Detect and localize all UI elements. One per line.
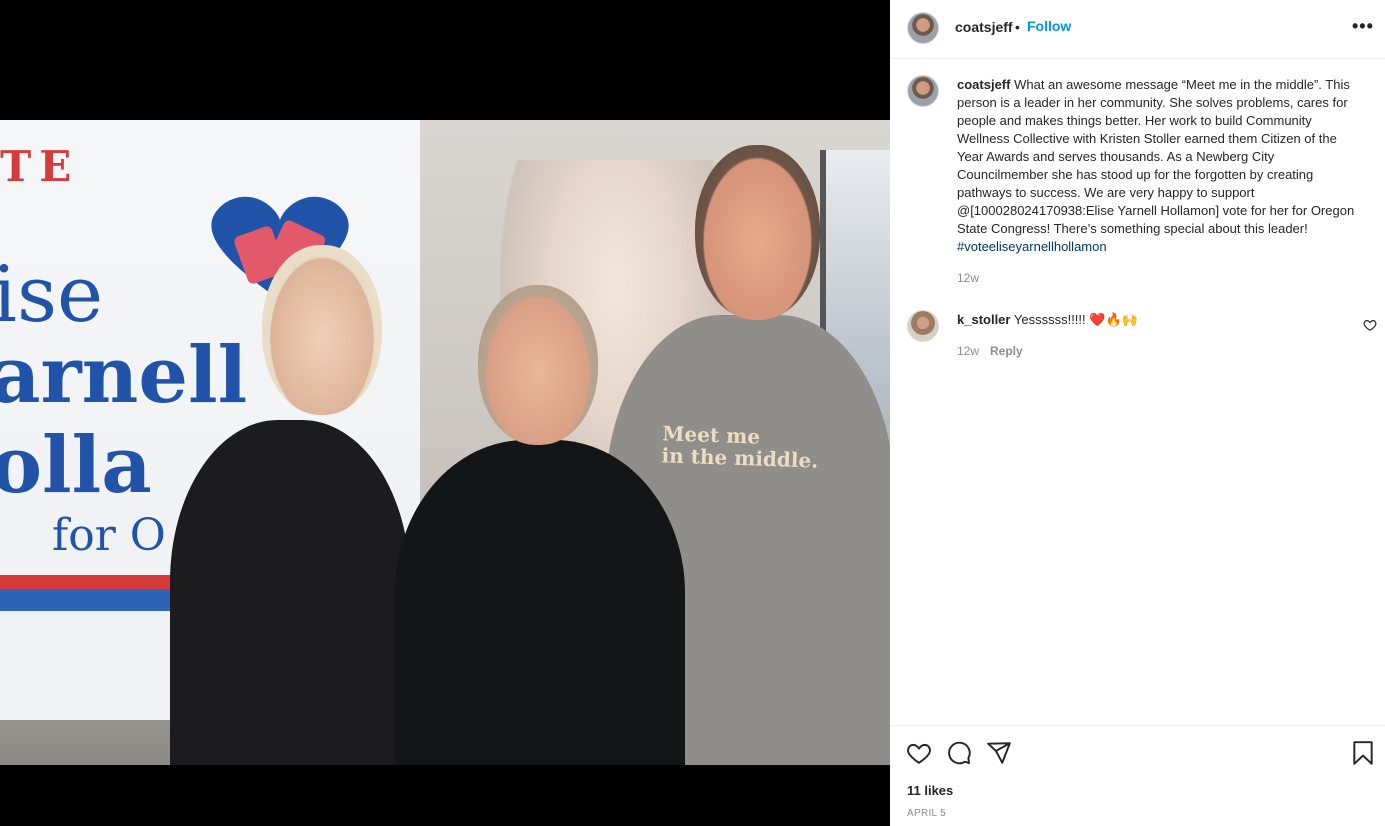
separator-dot: • (1015, 19, 1020, 35)
commenter-username[interactable]: k_stoller (957, 312, 1010, 327)
banner-text-middle-name: arnell (0, 330, 248, 421)
shirt-print: Meet me in the middle. (661, 421, 819, 473)
share-icon[interactable] (986, 740, 1012, 766)
author-username[interactable]: coatsjeff (955, 19, 1013, 35)
caption-hashtag[interactable]: #voteeliseyarnellhollamon (957, 239, 1107, 254)
comments-section[interactable]: coatsjeff What an awesome message “Meet … (890, 60, 1385, 725)
caption-username[interactable]: coatsjeff (957, 77, 1010, 92)
heart-icon[interactable] (906, 740, 932, 766)
shirt-print-line2: in the middle. (661, 443, 819, 473)
banner-text-vote: TE (0, 142, 80, 191)
follow-button[interactable]: Follow (1027, 18, 1071, 34)
caption-avatar[interactable] (907, 75, 939, 107)
person-left-body (170, 420, 410, 765)
banner-text-office: for O (52, 510, 166, 561)
banner-text-first-name: ise (0, 250, 104, 340)
person-center-body (395, 440, 685, 765)
post-actions: 11 likes APRIL 5 (890, 725, 1385, 826)
caption-timestamp: 12w (957, 271, 980, 285)
commenter-avatar[interactable] (907, 310, 939, 342)
post-media: TE ise arnell olla for O Meet me in the … (0, 0, 890, 826)
comment-icon[interactable] (946, 740, 972, 766)
comment-like-heart-icon[interactable] (1363, 318, 1377, 332)
comment-body: Yessssss!!!!! ❤️🔥🙌 (1013, 312, 1138, 327)
post-side-panel: coatsjeff • Follow ••• coatsjeff What an… (890, 0, 1385, 826)
banner-text-last-name: olla (0, 420, 152, 511)
comment-timestamp: 12w (957, 344, 980, 358)
post-header: coatsjeff • Follow ••• (890, 0, 1385, 59)
post-photo[interactable]: TE ise arnell olla for O Meet me in the … (0, 120, 890, 765)
person-center-head (478, 285, 598, 445)
author-avatar[interactable] (907, 12, 939, 44)
likes-count[interactable]: 11 likes (907, 783, 953, 798)
bookmark-icon[interactable] (1350, 740, 1376, 766)
comment-text: k_stoller Yessssss!!!!! ❤️🔥🙌 (957, 311, 1138, 329)
person-left-head (262, 245, 382, 415)
reply-button[interactable]: Reply (990, 344, 1023, 358)
more-options-icon[interactable]: ••• (1352, 16, 1374, 37)
caption-text: coatsjeff What an awesome message “Meet … (957, 76, 1357, 256)
caption-body: What an awesome message “Meet me in the … (957, 77, 1355, 236)
person-right-head (695, 145, 820, 320)
post-date: APRIL 5 (907, 808, 946, 819)
